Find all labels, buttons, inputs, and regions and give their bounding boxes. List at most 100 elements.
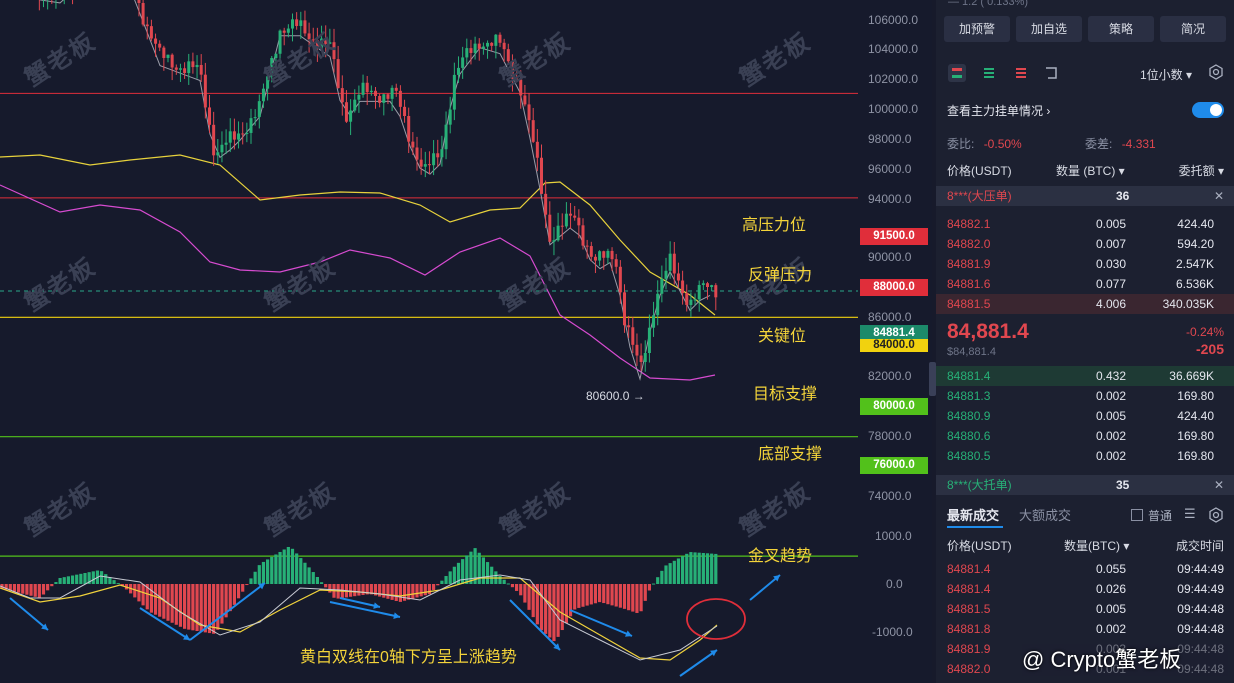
candle-body: [149, 26, 153, 39]
candle-body: [498, 34, 502, 43]
macd-bar: [349, 584, 353, 597]
candle-body: [685, 293, 689, 305]
ask-amount: 6.536K: [1175, 277, 1214, 291]
candle-body: [660, 278, 664, 294]
change-absolute: -205: [1195, 341, 1224, 357]
depth-icon[interactable]: [1042, 64, 1060, 82]
candle-body: [564, 213, 568, 227]
order-book-panel: — 1.2 ( 0.133%) 加预警 加自选 策略 简况 1位小数 ▾ 查看主…: [936, 0, 1234, 683]
bid-row[interactable]: 84881.4 0.432 36.669K: [946, 366, 1224, 386]
level-price-84000: 84000.0: [860, 339, 928, 352]
trade-price: 84881.5: [947, 602, 991, 616]
level-price-91500: 91500.0: [860, 228, 928, 245]
candle-body: [552, 240, 556, 242]
header-qty[interactable]: 数量(BTC) ▾: [1064, 536, 1129, 556]
macd-bar: [307, 567, 311, 584]
candle-body: [577, 217, 581, 226]
header-time: 成交时间: [1175, 539, 1224, 553]
ask-price: 84881.6: [947, 277, 991, 291]
kline-chart-area[interactable]: 蟹老板 蟹老板 蟹老板 蟹老板 蟹老板 蟹老板 蟹老板 蟹老板 蟹老板 蟹老板 …: [0, 0, 932, 683]
candle-body: [598, 251, 602, 261]
candle-body: [361, 82, 365, 95]
candle-body: [457, 67, 460, 75]
bid-qty: 0.432: [1096, 369, 1127, 383]
macd-bar: [539, 584, 544, 631]
candle-body: [643, 353, 647, 362]
ask-row[interactable]: 84881.6 0.077 6.536K: [946, 274, 1224, 294]
macd-bar: [523, 584, 527, 603]
decimal-select[interactable]: 1位小数 ▾: [1140, 66, 1192, 83]
book-asks-icon[interactable]: [1012, 64, 1030, 82]
macd-bar: [253, 571, 257, 584]
candle-body: [203, 74, 207, 108]
ask-qty: 4.006: [1096, 297, 1127, 311]
macd-bar: [249, 578, 253, 584]
close-icon[interactable]: ✕: [1214, 475, 1224, 495]
candle-body: [174, 67, 178, 70]
macd-bar: [602, 584, 606, 604]
candle-body: [249, 118, 253, 133]
candle-body: [477, 43, 481, 49]
overview-button[interactable]: 简况: [1160, 16, 1226, 42]
bid-amount: 424.40: [1177, 409, 1214, 423]
ask-row[interactable]: 84881.5 4.006 340.035K: [946, 294, 1224, 314]
ask-row[interactable]: 84882.1 0.005 424.40: [946, 214, 1224, 234]
axis-tick: 102000.0: [868, 72, 919, 86]
candle-body: [170, 54, 174, 68]
ask-price: 84881.9: [947, 257, 991, 271]
candle-body: [589, 246, 593, 257]
ask-row[interactable]: 84882.0 0.007 594.20: [946, 234, 1224, 254]
header-amount[interactable]: 委托额 ▾: [1179, 161, 1224, 181]
ask-row[interactable]: 84881.9 0.030 2.547K: [946, 254, 1224, 274]
macd-bar: [295, 553, 299, 584]
candle-body: [689, 299, 693, 305]
bid-row[interactable]: 84880.6 0.002 169.80: [946, 426, 1224, 446]
label-target-support: 目标支撑: [753, 386, 818, 403]
candle-body: [253, 117, 257, 119]
settings-icon[interactable]: [1208, 64, 1224, 80]
macd-bar: [390, 584, 394, 600]
macd-bar: [477, 552, 481, 584]
macd-bar: [705, 553, 710, 584]
tab-large-trades[interactable]: 大额成交: [1019, 505, 1071, 524]
price-change-partial: — 1.2 ( 0.133%): [948, 0, 1029, 8]
add-alert-button[interactable]: 加预警: [944, 16, 1010, 42]
macd-bar: [631, 584, 635, 612]
header-qty[interactable]: 数量 (BTC) ▾: [1056, 161, 1125, 181]
big-sell-name: 8***(大压单): [947, 189, 1012, 203]
axis-tick: 94000.0: [868, 192, 912, 206]
add-watchlist-button[interactable]: 加自选: [1016, 16, 1082, 42]
axis-tick: 0.0: [886, 577, 903, 591]
bid-row[interactable]: 84880.9 0.005 424.40: [946, 406, 1224, 426]
bid-price: 84881.4: [947, 369, 991, 383]
close-icon[interactable]: ✕: [1214, 186, 1224, 206]
candle-body: [382, 94, 386, 103]
book-bids-icon[interactable]: [980, 64, 998, 82]
trade-row: 84881.4 0.055 09:44:49: [946, 559, 1224, 579]
candle-body: [427, 164, 431, 166]
panel-collapse-handle[interactable]: [929, 362, 936, 396]
bid-row[interactable]: 84881.3 0.002 169.80: [946, 386, 1224, 406]
view-main-orders-link[interactable]: 查看主力挂单情况 ›: [947, 102, 1050, 119]
candle-body: [187, 61, 191, 74]
strategy-button[interactable]: 策略: [1088, 16, 1154, 42]
bid-price: 84881.3: [947, 389, 991, 403]
tab-latest-trades[interactable]: 最新成交: [947, 505, 999, 524]
candle-body: [282, 30, 286, 33]
macd-bar: [191, 584, 195, 631]
label-rebound-pressure: 反弹压力: [748, 267, 813, 284]
filter-icon[interactable]: ☰: [1184, 506, 1196, 522]
big-buy-qty: 35: [1116, 478, 1130, 492]
normal-checkbox[interactable]: [1131, 509, 1143, 521]
settings-icon[interactable]: [1208, 507, 1224, 523]
book-both-icon[interactable]: [948, 64, 966, 82]
macd-bar: [710, 553, 714, 584]
macd-bar: [701, 552, 705, 584]
candle-body: [344, 102, 348, 122]
bid-row[interactable]: 84880.5 0.002 169.80: [946, 446, 1224, 466]
macd-bar: [697, 552, 701, 584]
main-orders-toggle[interactable]: [1192, 102, 1224, 118]
candle-body: [535, 141, 539, 158]
axis-tick: 90000.0: [868, 250, 912, 264]
macd-bar: [21, 584, 25, 594]
